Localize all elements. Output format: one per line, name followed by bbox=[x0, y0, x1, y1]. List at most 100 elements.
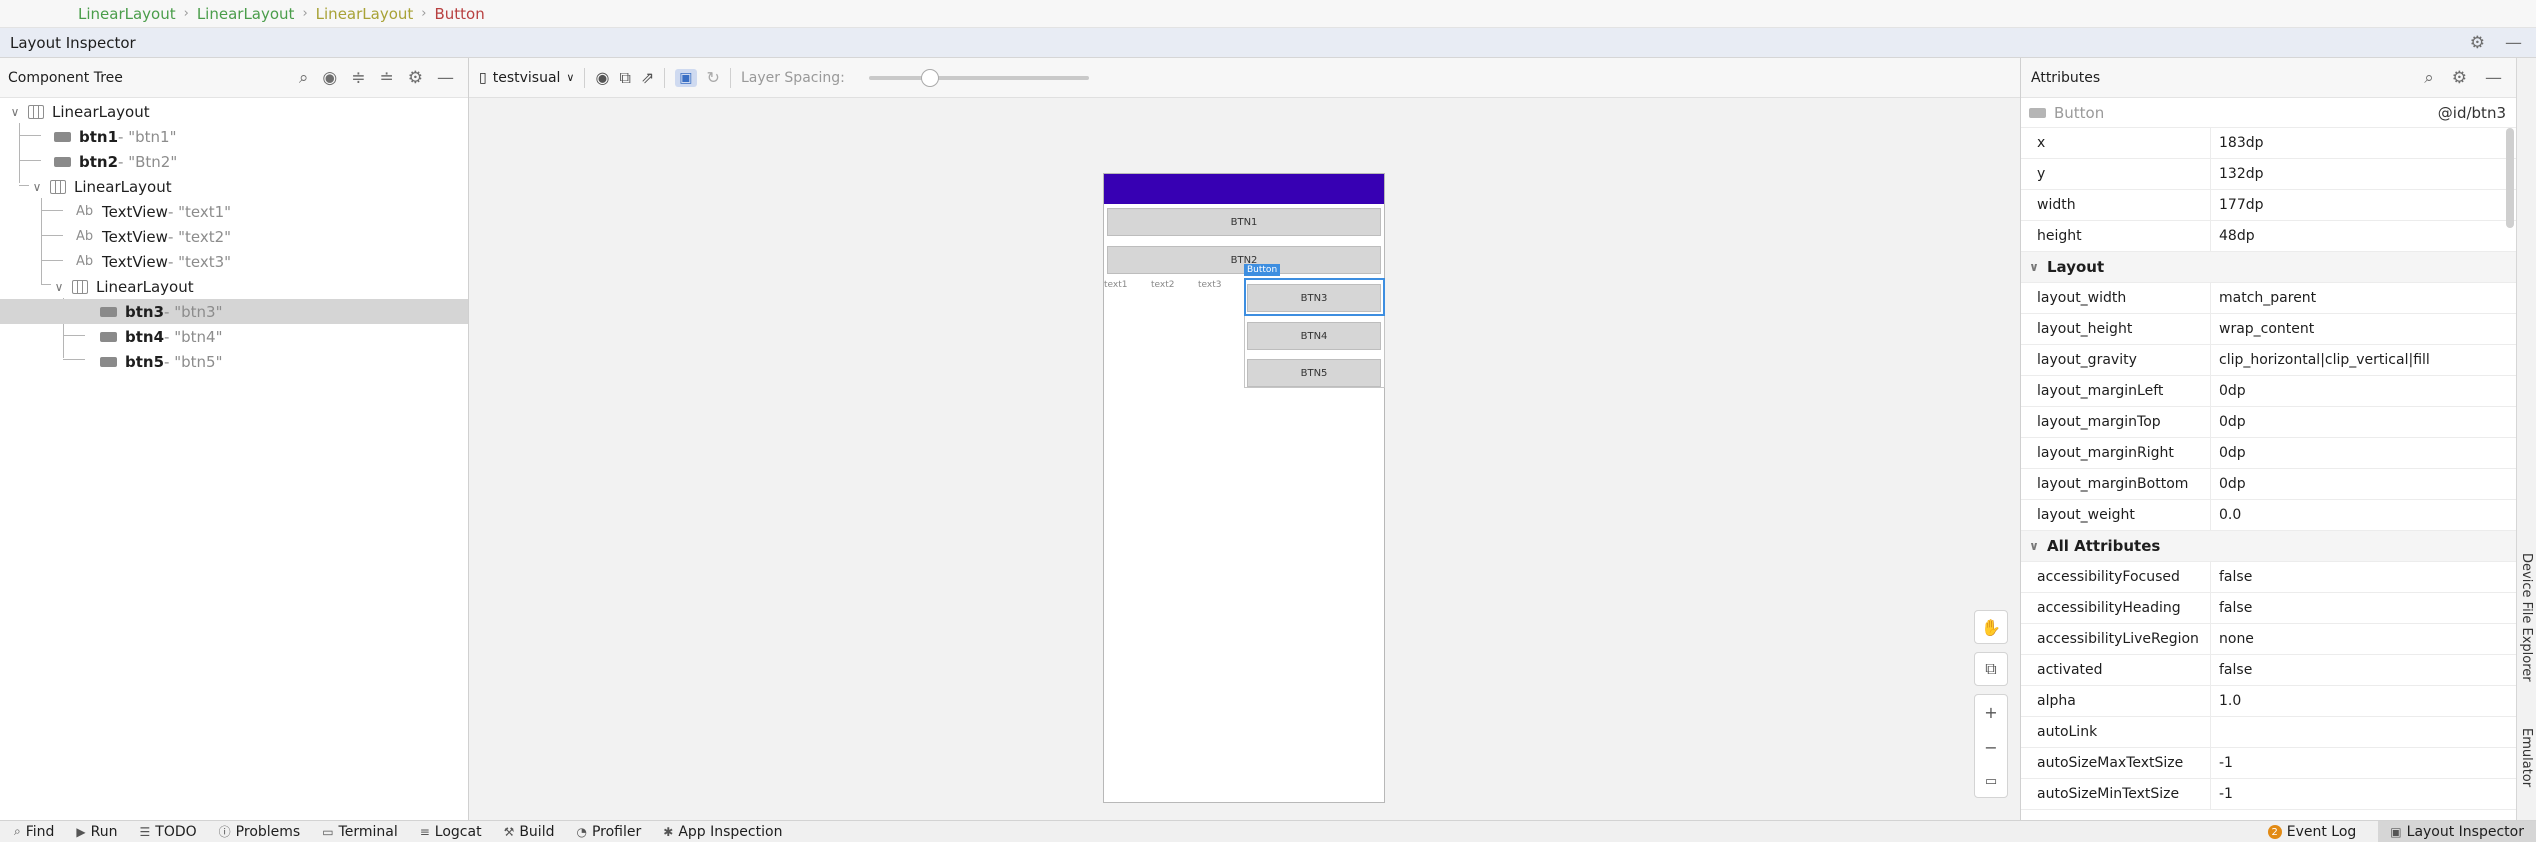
attribute-row[interactable]: layout_marginTop 0dp bbox=[2021, 407, 2516, 438]
attribute-value[interactable]: 0dp bbox=[2211, 407, 2516, 437]
tree-node-text3[interactable]: Ab TextView - "text3" bbox=[0, 249, 468, 274]
refresh-icon[interactable]: ↻ bbox=[707, 68, 720, 87]
attribute-row[interactable]: layout_gravity clip_horizontal|clip_verti… bbox=[2021, 345, 2516, 376]
attribute-row[interactable]: x 183dp bbox=[2021, 128, 2516, 159]
tab-emulator[interactable]: Emulator bbox=[2519, 728, 2534, 787]
attribute-row[interactable]: accessibilityFocused false bbox=[2021, 562, 2516, 593]
breadcrumb-item[interactable]: LinearLayout bbox=[197, 5, 295, 23]
tool-terminal[interactable]: ▭ Terminal bbox=[322, 824, 398, 840]
attribute-row[interactable]: alpha 1.0 bbox=[2021, 686, 2516, 717]
minimize-icon[interactable]: — bbox=[437, 68, 454, 88]
preview-text1[interactable]: text1 bbox=[1104, 280, 1128, 290]
snapshot-icon[interactable]: ⧉ bbox=[619, 68, 630, 88]
attribute-row[interactable]: autoSizeMaxTextSize -1 bbox=[2021, 748, 2516, 779]
tool-layout-inspector[interactable]: ▣ Layout Inspector bbox=[2378, 821, 2536, 842]
breadcrumb-item[interactable]: LinearLayout bbox=[316, 5, 414, 23]
preview-text2[interactable]: text2 bbox=[1151, 280, 1175, 290]
attribute-value[interactable]: 0dp bbox=[2211, 469, 2516, 499]
preview-btn4[interactable]: BTN4 bbox=[1247, 322, 1381, 350]
tree-node-btn4[interactable]: btn4 - "btn4" bbox=[0, 324, 468, 349]
attribute-row[interactable]: accessibilityHeading false bbox=[2021, 593, 2516, 624]
layer-spacing-slider[interactable] bbox=[868, 68, 1089, 87]
export-icon[interactable]: ⇗ bbox=[641, 68, 654, 87]
minimize-icon[interactable]: — bbox=[2485, 68, 2502, 88]
attribute-row[interactable]: activated false bbox=[2021, 655, 2516, 686]
tree-node-root[interactable]: ∨ LinearLayout bbox=[0, 99, 468, 124]
zoom-out-icon[interactable]: − bbox=[1984, 738, 1997, 757]
scrollbar[interactable] bbox=[2506, 128, 2514, 228]
tool-build[interactable]: ⚒ Build bbox=[504, 824, 555, 840]
chevron-down-icon[interactable]: ∨ bbox=[30, 180, 44, 194]
attribute-row[interactable]: height 48dp bbox=[2021, 221, 2516, 252]
attribute-value[interactable]: match_parent bbox=[2211, 283, 2516, 313]
preview-text3[interactable]: text3 bbox=[1198, 280, 1222, 290]
attribute-value[interactable]: 0dp bbox=[2211, 376, 2516, 406]
attribute-row[interactable]: width 177dp bbox=[2021, 190, 2516, 221]
eye-icon[interactable]: ◉ bbox=[322, 68, 337, 88]
attribute-value[interactable]: 0.0 bbox=[2211, 500, 2516, 530]
attribute-row[interactable]: layout_height wrap_content bbox=[2021, 314, 2516, 345]
collapse-all-icon[interactable]: ≐ bbox=[380, 68, 394, 88]
tool-problems[interactable]: ⓘ Problems bbox=[219, 823, 301, 840]
attribute-value[interactable]: 1.0 bbox=[2211, 686, 2516, 716]
attribute-value[interactable]: 183dp bbox=[2211, 128, 2516, 158]
chevron-down-icon[interactable]: ∨ bbox=[8, 105, 22, 119]
tree-node-text2[interactable]: Ab TextView - "text2" bbox=[0, 224, 468, 249]
preview-btn1[interactable]: BTN1 bbox=[1107, 208, 1381, 236]
preview-btn5[interactable]: BTN5 bbox=[1247, 359, 1381, 387]
tree-node-linear-layout-inner[interactable]: ∨ LinearLayout bbox=[0, 274, 468, 299]
tool-todo[interactable]: ☰ TODO bbox=[140, 824, 197, 840]
attribute-value[interactable]: false bbox=[2211, 655, 2516, 685]
live-update-icon[interactable]: ▣ bbox=[675, 68, 697, 87]
eye-icon[interactable]: ◉ bbox=[595, 68, 609, 87]
attribute-value[interactable]: 0dp bbox=[2211, 438, 2516, 468]
tree-node-btn5[interactable]: btn5 - "btn5" bbox=[0, 349, 468, 374]
gear-icon[interactable]: ⚙ bbox=[2452, 68, 2467, 88]
attribute-value[interactable]: 177dp bbox=[2211, 190, 2516, 220]
attribute-row[interactable]: autoLink bbox=[2021, 717, 2516, 748]
toggle-3d-tool[interactable]: ⧉ bbox=[1974, 652, 2008, 686]
breadcrumb-item[interactable]: LinearLayout bbox=[78, 5, 176, 23]
attribute-value[interactable] bbox=[2211, 717, 2516, 747]
attribute-row[interactable]: layout_weight 0.0 bbox=[2021, 500, 2516, 531]
attribute-value[interactable]: 132dp bbox=[2211, 159, 2516, 189]
device-selector[interactable]: ▯ testvisual ∨ bbox=[479, 70, 574, 86]
tool-run[interactable]: ▶ Run bbox=[76, 824, 117, 840]
attribute-value[interactable]: false bbox=[2211, 593, 2516, 623]
attribute-row[interactable]: layout_width match_parent bbox=[2021, 283, 2516, 314]
attribute-row[interactable]: layout_marginLeft 0dp bbox=[2021, 376, 2516, 407]
tool-event-log[interactable]: 2 Event Log bbox=[2267, 824, 2356, 840]
attribute-value[interactable]: 48dp bbox=[2211, 221, 2516, 251]
tab-device-file-explorer[interactable]: Device File Explorer bbox=[2519, 553, 2534, 682]
tree-node-btn3[interactable]: btn3 - "btn3" bbox=[0, 299, 468, 324]
section-all-attributes[interactable]: ∨ All Attributes bbox=[2021, 531, 2516, 562]
attribute-row[interactable]: autoSizeMinTextSize -1 bbox=[2021, 779, 2516, 810]
attribute-row[interactable]: accessibilityLiveRegion none bbox=[2021, 624, 2516, 655]
attribute-value[interactable]: none bbox=[2211, 624, 2516, 654]
tree-node-linear-layout[interactable]: ∨ LinearLayout bbox=[0, 174, 468, 199]
breadcrumb-item[interactable]: Button bbox=[434, 5, 484, 23]
slider-knob[interactable] bbox=[921, 68, 940, 87]
tool-logcat[interactable]: ≡ Logcat bbox=[420, 824, 482, 840]
pan-tool[interactable]: ✋ bbox=[1974, 610, 2008, 644]
gear-icon[interactable]: ⚙ bbox=[408, 68, 423, 88]
zoom-in-icon[interactable]: + bbox=[1984, 703, 1997, 722]
attribute-value[interactable]: wrap_content bbox=[2211, 314, 2516, 344]
gear-icon[interactable]: ⚙ bbox=[2470, 33, 2485, 53]
tool-find[interactable]: ⌕ Find bbox=[14, 824, 54, 840]
attribute-row[interactable]: y 132dp bbox=[2021, 159, 2516, 190]
attribute-row[interactable]: layout_marginBottom 0dp bbox=[2021, 469, 2516, 500]
attribute-value[interactable]: -1 bbox=[2211, 748, 2516, 778]
chevron-down-icon[interactable]: ∨ bbox=[52, 280, 66, 294]
tree-node-btn2[interactable]: btn2 - "Btn2" bbox=[0, 149, 468, 174]
attribute-value[interactable]: false bbox=[2211, 562, 2516, 592]
tool-app-inspection[interactable]: ✱ App Inspection bbox=[663, 824, 782, 840]
tree-node-btn1[interactable]: btn1 - "btn1" bbox=[0, 124, 468, 149]
attribute-row[interactable]: layout_marginRight 0dp bbox=[2021, 438, 2516, 469]
attribute-value[interactable]: clip_horizontal|clip_vertical|fill bbox=[2211, 345, 2516, 375]
minimize-icon[interactable]: — bbox=[2505, 33, 2522, 53]
search-icon[interactable]: ⌕ bbox=[2424, 68, 2434, 88]
section-layout[interactable]: ∨ Layout bbox=[2021, 252, 2516, 283]
attribute-value[interactable]: -1 bbox=[2211, 779, 2516, 809]
fit-screen-icon[interactable]: ▭ bbox=[1985, 774, 1997, 789]
